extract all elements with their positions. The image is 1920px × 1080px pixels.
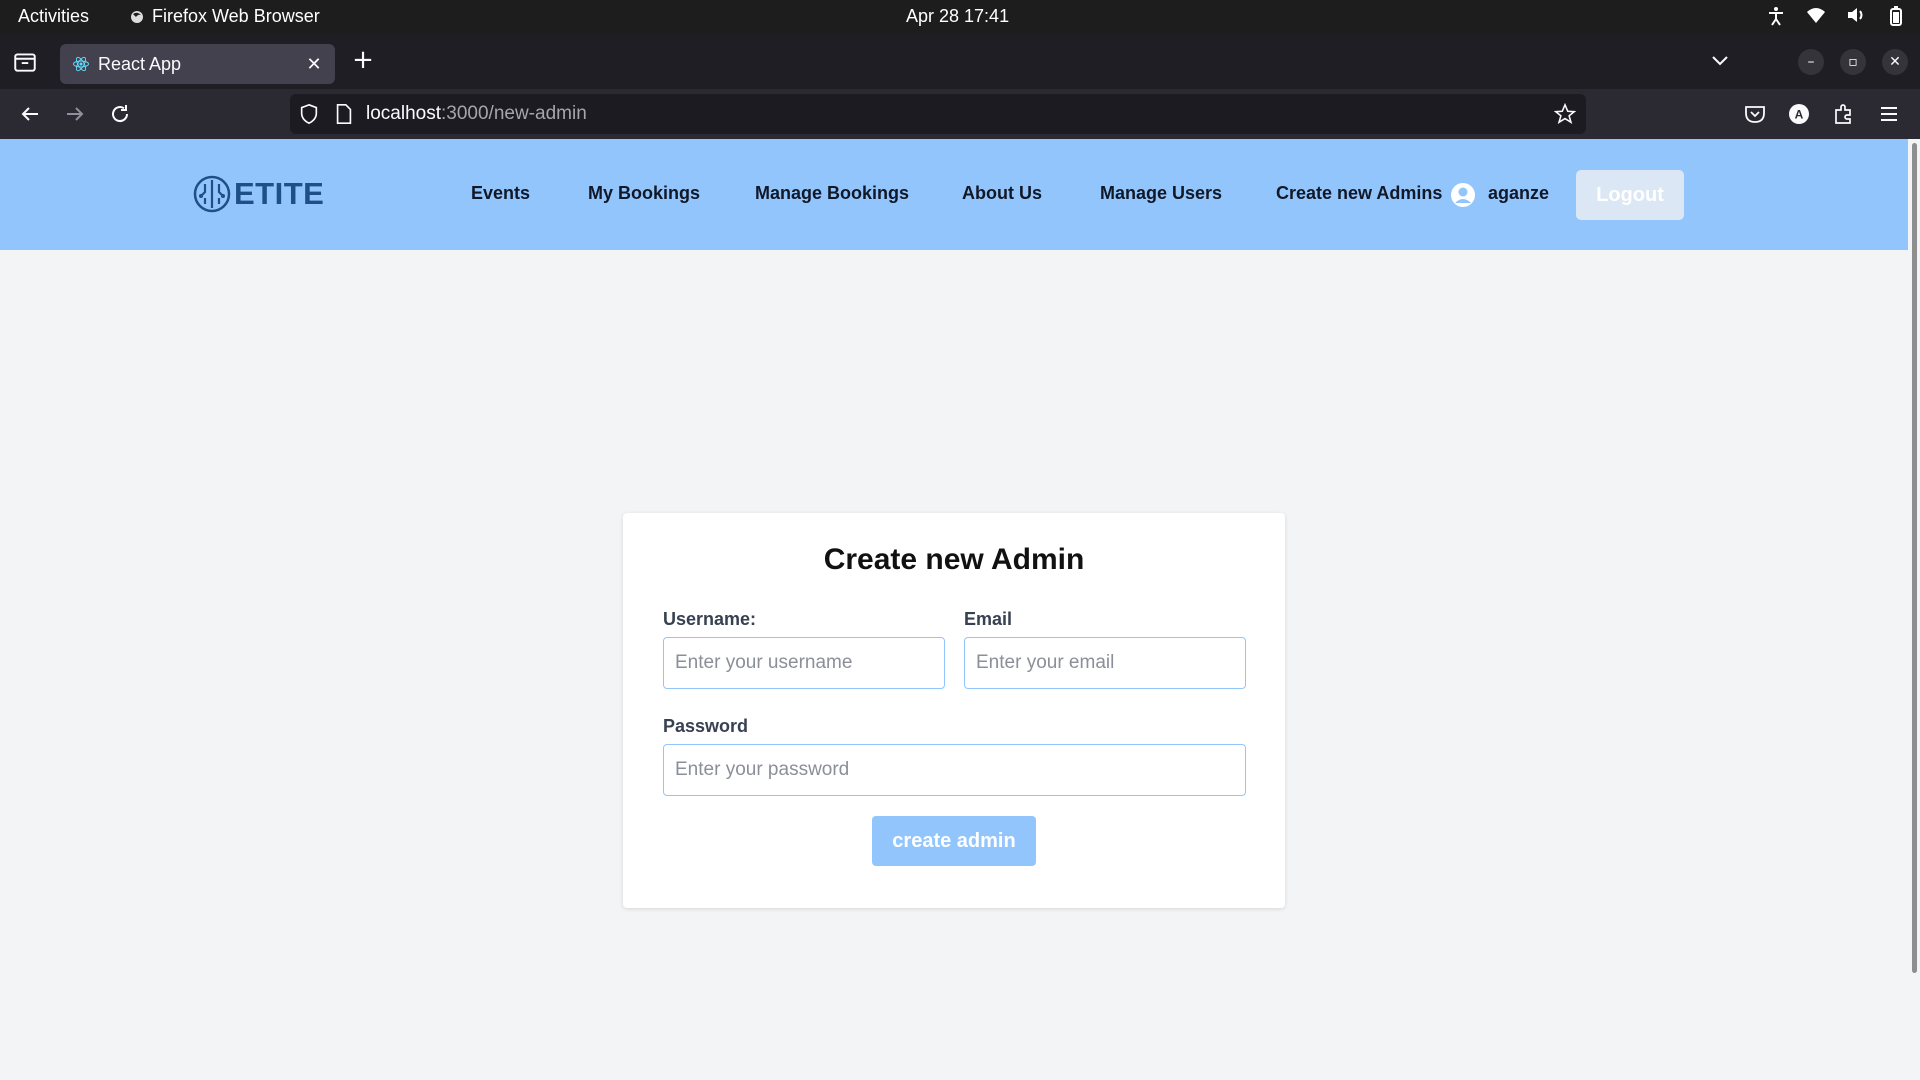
user-icon xyxy=(1451,183,1475,207)
create-admin-button[interactable]: create admin xyxy=(872,816,1036,866)
email-label: Email xyxy=(964,609,1013,629)
pocket-icon[interactable] xyxy=(1743,102,1767,126)
circuit-globe-icon xyxy=(193,175,231,213)
tab-title: React App xyxy=(98,53,182,74)
new-tab-icon[interactable]: + xyxy=(350,47,376,74)
close-tab-icon[interactable]: ✕ xyxy=(305,55,323,73)
scrollbar-thumb[interactable] xyxy=(1912,143,1917,973)
wifi-icon[interactable] xyxy=(1806,6,1826,26)
list-all-tabs-icon[interactable] xyxy=(1708,48,1732,72)
volume-icon[interactable] xyxy=(1846,6,1866,26)
account-icon[interactable]: A xyxy=(1787,102,1811,126)
minimize-window-icon[interactable]: – xyxy=(1798,49,1824,75)
svg-text:A: A xyxy=(1795,108,1804,122)
username-input[interactable] xyxy=(663,637,945,689)
app-menu[interactable]: Firefox Web Browser xyxy=(130,6,320,27)
browser-tab-bar: React App ✕ + – ▫ ✕ xyxy=(0,34,1920,89)
app-menu-icon[interactable] xyxy=(1877,102,1901,126)
site-header: ETITE Events My Bookings Manage Bookings… xyxy=(0,139,1908,250)
nav-about-us[interactable]: About Us xyxy=(962,183,1042,204)
password-input[interactable] xyxy=(663,744,1246,796)
close-window-icon[interactable]: ✕ xyxy=(1882,49,1908,75)
site-logo[interactable]: ETITE xyxy=(192,174,324,214)
browser-tab[interactable]: React App ✕ xyxy=(60,44,335,84)
activities-button[interactable]: Activities xyxy=(18,6,89,27)
url-text[interactable]: localhost:3000/new-admin xyxy=(366,103,1554,125)
create-admin-card: Create new Admin Username: Email Passwor… xyxy=(623,513,1285,908)
nav-create-new-admins[interactable]: Create new Admins xyxy=(1276,183,1442,204)
accessibility-icon[interactable] xyxy=(1766,6,1786,26)
page-info-icon[interactable] xyxy=(334,103,354,125)
browser-nav-bar: localhost:3000/new-admin A xyxy=(0,89,1920,139)
back-icon[interactable] xyxy=(18,102,42,126)
forward-icon[interactable] xyxy=(63,102,87,126)
current-username: aganze xyxy=(1488,183,1550,203)
firefox-view-icon[interactable] xyxy=(12,49,38,75)
address-bar[interactable]: localhost:3000/new-admin xyxy=(290,94,1586,134)
extensions-icon[interactable] xyxy=(1832,102,1856,126)
nav-manage-bookings[interactable]: Manage Bookings xyxy=(755,183,909,204)
clock[interactable]: Apr 28 17:41 xyxy=(906,6,1009,27)
react-icon xyxy=(73,56,89,72)
restore-window-icon[interactable]: ▫ xyxy=(1840,49,1866,75)
bookmark-star-icon[interactable] xyxy=(1554,103,1576,125)
system-tray[interactable] xyxy=(1766,6,1906,26)
password-label: Password xyxy=(663,716,749,736)
nav-manage-users[interactable]: Manage Users xyxy=(1100,183,1222,204)
nav-my-bookings[interactable]: My Bookings xyxy=(588,183,700,204)
form-title: Create new Admin xyxy=(823,543,1085,576)
tracking-protection-icon[interactable] xyxy=(298,103,320,125)
firefox-icon xyxy=(131,10,143,23)
system-top-bar: Activities Firefox Web Browser Apr 28 17… xyxy=(0,0,1920,34)
page-scrollbar[interactable] xyxy=(1909,139,1920,1080)
logo-text: ETITE xyxy=(234,176,325,211)
nav-events[interactable]: Events xyxy=(471,183,530,204)
username-label: Username: xyxy=(663,609,757,629)
email-input[interactable] xyxy=(964,637,1246,689)
page-viewport: ETITE Events My Bookings Manage Bookings… xyxy=(0,139,1908,1080)
battery-icon[interactable] xyxy=(1886,6,1906,26)
reload-icon[interactable] xyxy=(108,102,132,126)
app-name: Firefox Web Browser xyxy=(152,6,320,26)
logout-button[interactable]: Logout xyxy=(1576,170,1684,220)
